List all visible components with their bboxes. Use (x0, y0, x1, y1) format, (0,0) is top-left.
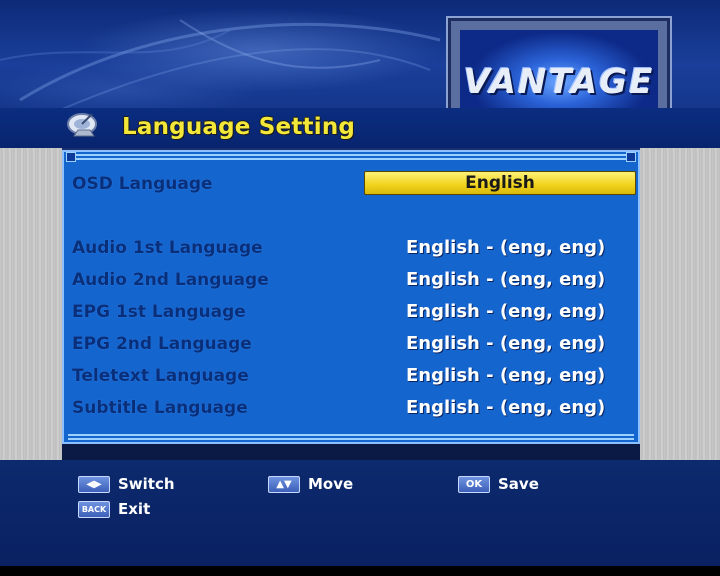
screen-bottom-edge (0, 566, 720, 576)
left-right-key-icon: ◀▶ (78, 476, 110, 493)
teletext-language-value[interactable]: English - (eng, eng) (406, 365, 605, 386)
up-down-key-icon: ▲▼ (268, 476, 300, 493)
corner-marker (66, 152, 76, 162)
ok-key-icon: OK (458, 476, 490, 493)
audio-2nd-language-label: Audio 2nd Language (72, 270, 269, 290)
side-panel-left (0, 148, 62, 460)
epg-1st-language-label: EPG 1st Language (72, 302, 246, 322)
brand-logo-text: VANTAGE (463, 62, 655, 102)
side-panel-right (640, 148, 720, 460)
satellite-dish-icon (67, 113, 97, 137)
epg-2nd-language-label: EPG 2nd Language (72, 334, 252, 354)
title-band (0, 108, 720, 148)
page-title: Language Setting (122, 114, 356, 140)
move-hint-label: Move (308, 475, 354, 493)
exit-hint-label: Exit (118, 500, 151, 518)
panel-bottom-rule (68, 434, 634, 440)
corner-marker (626, 152, 636, 162)
subtitle-language-label: Subtitle Language (72, 398, 248, 418)
save-hint-label: Save (498, 475, 539, 493)
epg-1st-language-value[interactable]: English - (eng, eng) (406, 301, 605, 322)
osd-language-label: OSD Language (72, 174, 213, 194)
audio-1st-language-value[interactable]: English - (eng, eng) (406, 237, 605, 258)
subtitle-language-value[interactable]: English - (eng, eng) (406, 397, 605, 418)
teletext-language-label: Teletext Language (72, 366, 249, 386)
settings-panel: OSD Language English Audio 1st Language … (62, 150, 640, 444)
footer-help-bar: ◀▶ Switch ▲▼ Move OK Save BACK Exit (0, 460, 720, 576)
back-key-icon: BACK (78, 501, 110, 518)
panel-top-rule (68, 154, 634, 160)
osd-language-select[interactable]: English (364, 171, 636, 195)
epg-2nd-language-value[interactable]: English - (eng, eng) (406, 333, 605, 354)
switch-hint-label: Switch (118, 475, 175, 493)
audio-2nd-language-value[interactable]: English - (eng, eng) (406, 269, 605, 290)
audio-1st-language-label: Audio 1st Language (72, 238, 263, 258)
